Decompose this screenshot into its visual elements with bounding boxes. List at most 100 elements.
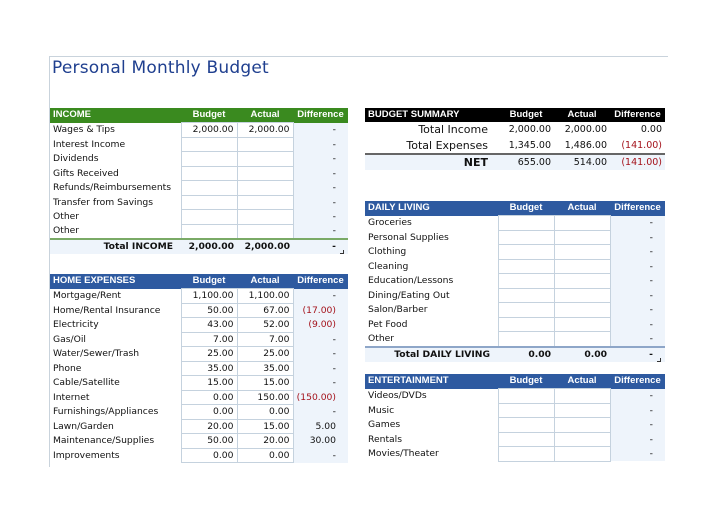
actual-cell[interactable]: [553, 229, 611, 245]
row-label[interactable]: Personal Supplies: [365, 230, 499, 245]
budget-cell[interactable]: [497, 402, 555, 418]
actual-cell[interactable]: [553, 302, 611, 318]
row-label[interactable]: Salon/Barber: [365, 302, 499, 317]
actual-cell[interactable]: [236, 209, 294, 225]
actual-cell[interactable]: 67.00: [236, 302, 294, 318]
summary-budget[interactable]: 2,000.00: [498, 122, 554, 138]
budget-cell[interactable]: 0.00: [180, 389, 238, 405]
difference-cell[interactable]: -: [610, 259, 665, 274]
difference-cell[interactable]: -: [610, 302, 665, 317]
difference-cell[interactable]: -: [293, 346, 348, 361]
row-label[interactable]: Wages & Tips: [50, 122, 182, 137]
row-label[interactable]: Gifts Received: [50, 166, 182, 181]
actual-cell[interactable]: [236, 180, 294, 196]
row-label[interactable]: Dividends: [50, 151, 182, 166]
difference-cell[interactable]: -: [293, 361, 348, 376]
difference-cell[interactable]: (150.00): [293, 390, 348, 405]
budget-cell[interactable]: 15.00: [180, 375, 238, 391]
row-label[interactable]: Mortgage/Rent: [50, 288, 182, 303]
budget-cell[interactable]: [497, 258, 555, 274]
row-label[interactable]: Cleaning: [365, 259, 499, 274]
actual-cell[interactable]: [553, 402, 611, 418]
difference-cell[interactable]: -: [293, 195, 348, 210]
budget-cell[interactable]: 2,000.00: [180, 122, 238, 138]
row-label[interactable]: Other: [50, 224, 182, 239]
row-label[interactable]: Interest Income: [50, 137, 182, 152]
budget-cell[interactable]: [497, 244, 555, 260]
budget-cell[interactable]: [180, 194, 238, 210]
budget-cell[interactable]: 7.00: [180, 331, 238, 347]
summary-difference[interactable]: (141.00): [610, 138, 665, 154]
difference-cell[interactable]: -: [610, 331, 665, 347]
difference-cell[interactable]: -: [610, 244, 665, 259]
difference-cell[interactable]: -: [610, 288, 665, 303]
actual-cell[interactable]: 52.00: [236, 317, 294, 333]
net-actual[interactable]: 514.00: [554, 153, 610, 170]
row-label[interactable]: Lawn/Garden: [50, 419, 182, 434]
fill-handle-icon[interactable]: [657, 357, 661, 362]
budget-cell[interactable]: [180, 209, 238, 225]
row-label[interactable]: Other: [365, 331, 499, 347]
actual-cell[interactable]: [553, 287, 611, 303]
row-label[interactable]: Music: [365, 403, 499, 418]
difference-cell[interactable]: -: [610, 446, 665, 461]
difference-cell[interactable]: -: [293, 404, 348, 419]
budget-cell[interactable]: 0.00: [180, 447, 238, 463]
row-label[interactable]: Clothing: [365, 244, 499, 259]
budget-cell[interactable]: [180, 165, 238, 181]
difference-cell[interactable]: -: [610, 215, 665, 230]
actual-cell[interactable]: [236, 151, 294, 167]
actual-cell[interactable]: [236, 223, 294, 240]
difference-cell[interactable]: -: [293, 224, 348, 239]
difference-cell[interactable]: -: [610, 273, 665, 288]
budget-cell[interactable]: [497, 215, 555, 231]
difference-cell[interactable]: -: [610, 403, 665, 418]
difference-cell[interactable]: -: [293, 288, 348, 303]
difference-cell[interactable]: -: [293, 332, 348, 347]
actual-cell[interactable]: 35.00: [236, 360, 294, 376]
difference-cell[interactable]: 30.00: [293, 433, 348, 448]
budget-cell[interactable]: [180, 136, 238, 152]
budget-cell[interactable]: 20.00: [180, 418, 238, 434]
actual-cell[interactable]: [236, 136, 294, 152]
row-label[interactable]: Home/Rental Insurance: [50, 303, 182, 318]
difference-cell[interactable]: (17.00): [293, 303, 348, 318]
budget-cell[interactable]: [497, 302, 555, 318]
actual-cell[interactable]: [553, 215, 611, 231]
row-label[interactable]: Other: [50, 209, 182, 224]
difference-cell[interactable]: 5.00: [293, 419, 348, 434]
actual-cell[interactable]: [553, 417, 611, 433]
budget-cell[interactable]: [497, 273, 555, 289]
row-label[interactable]: Groceries: [365, 215, 499, 230]
difference-cell[interactable]: -: [293, 448, 348, 463]
budget-cell[interactable]: [180, 180, 238, 196]
row-label[interactable]: Refunds/Reimbursements: [50, 180, 182, 195]
actual-cell[interactable]: [553, 446, 611, 462]
difference-cell[interactable]: -: [610, 417, 665, 432]
summary-difference[interactable]: 0.00: [610, 122, 665, 138]
row-label[interactable]: Internet: [50, 390, 182, 405]
actual-cell[interactable]: [553, 388, 611, 404]
budget-cell[interactable]: 25.00: [180, 346, 238, 362]
budget-cell[interactable]: [497, 229, 555, 245]
difference-cell[interactable]: -: [610, 388, 665, 403]
actual-cell[interactable]: [553, 431, 611, 447]
difference-cell[interactable]: (9.00): [293, 317, 348, 332]
row-label[interactable]: Transfer from Savings: [50, 195, 182, 210]
summary-label[interactable]: Total Expenses: [365, 138, 498, 154]
row-label[interactable]: Maintenance/Supplies: [50, 433, 182, 448]
budget-cell[interactable]: [497, 446, 555, 462]
actual-cell[interactable]: 0.00: [236, 447, 294, 463]
actual-cell[interactable]: [236, 165, 294, 181]
fill-handle-icon[interactable]: [340, 250, 344, 254]
difference-cell[interactable]: -: [293, 137, 348, 152]
actual-cell[interactable]: 7.00: [236, 331, 294, 347]
row-label[interactable]: Dining/Eating Out: [365, 288, 499, 303]
row-label[interactable]: Furnishings/Appliances: [50, 404, 182, 419]
budget-cell[interactable]: [180, 223, 238, 240]
budget-cell[interactable]: [180, 151, 238, 167]
row-label[interactable]: Gas/Oil: [50, 332, 182, 347]
difference-cell[interactable]: -: [610, 432, 665, 447]
actual-cell[interactable]: 2,000.00: [236, 122, 294, 138]
actual-cell[interactable]: [553, 331, 611, 347]
